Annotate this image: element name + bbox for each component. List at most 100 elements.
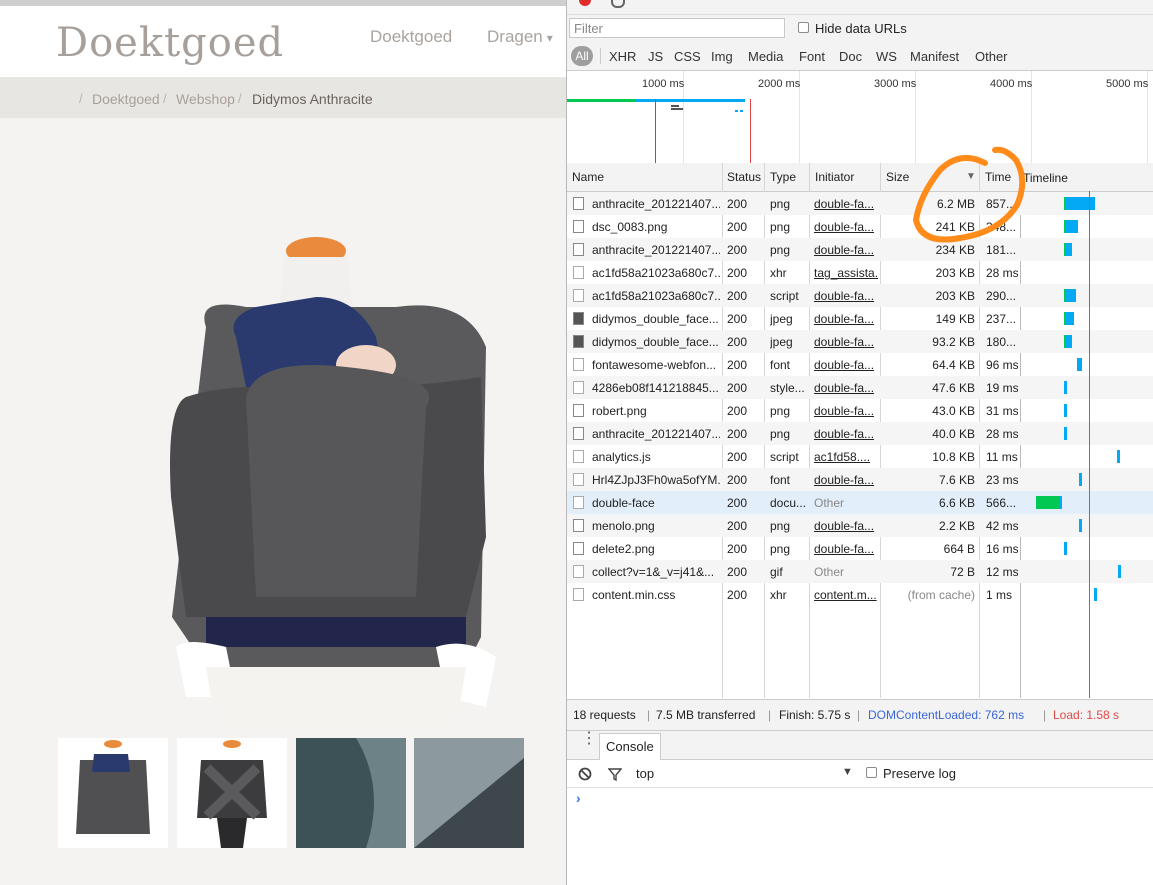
table-row[interactable]: analytics.js 200 script ac1fd58.... 10.8 KB 1… (567, 445, 1153, 468)
cell-time: 42 ms (986, 519, 1018, 533)
type-filter-other[interactable]: Other (975, 49, 1008, 64)
cell-type: xhr (770, 588, 787, 602)
timeline-download-bar (1064, 427, 1067, 440)
table-row[interactable]: robert.png 200 png double-fa... 43.0 KB 31 ms (567, 399, 1153, 422)
cell-initiator[interactable]: tag_assista... (814, 266, 878, 280)
cell-initiator[interactable]: double-fa... (814, 312, 878, 326)
nav-item-dragen[interactable]: Dragen ▾ (487, 27, 553, 47)
table-row[interactable]: content.min.css 200 xhr content.m... (from c… (567, 583, 1153, 606)
table-row[interactable]: didymos_double_face... 200 jpeg double-fa..… (567, 307, 1153, 330)
column-header-size[interactable]: Size (886, 170, 909, 184)
cell-initiator[interactable]: double-fa... (814, 381, 878, 395)
cell-initiator[interactable]: double-fa... (814, 427, 878, 441)
cell-size: 234 KB (935, 243, 975, 257)
filter-icon[interactable] (608, 767, 622, 781)
type-filter-font[interactable]: Font (799, 49, 825, 64)
product-thumbnail-front[interactable] (58, 738, 168, 848)
filter-row: Filter Hide data URLs (567, 15, 1153, 43)
cell-name: menolo.png (592, 519, 655, 533)
cell-status: 200 (727, 197, 748, 211)
type-filter-manifest[interactable]: Manifest (910, 49, 959, 64)
cell-type: gif (770, 565, 783, 579)
column-header-initiator[interactable]: Initiator (815, 170, 854, 184)
table-row[interactable]: ac1fd58a21023a680c7... 200 script double-fa… (567, 284, 1153, 307)
cell-name: didymos_double_face... (592, 335, 719, 349)
column-header-name[interactable]: Name (572, 170, 604, 184)
type-filter-media[interactable]: Media (748, 49, 783, 64)
network-overview[interactable]: 1000 ms 2000 ms 3000 ms 4000 ms 5000 ms (567, 71, 1153, 164)
type-filter-js[interactable]: JS (648, 49, 663, 64)
tab-console[interactable]: Console (599, 733, 661, 760)
product-main-image[interactable] (166, 237, 516, 727)
timeline-waiting-bar (1036, 496, 1060, 509)
table-row[interactable]: didymos_double_face... 200 jpeg double-fa..… (567, 330, 1153, 353)
product-thumbnail-back[interactable] (177, 738, 287, 848)
product-thumbnail-weave[interactable] (414, 738, 524, 848)
table-row[interactable]: anthracite_201221407... 200 png double-fa..… (567, 422, 1153, 445)
cell-status: 200 (727, 473, 748, 487)
site-logo[interactable]: Doektgoed (56, 20, 284, 66)
cell-status: 200 (727, 289, 748, 303)
table-row[interactable]: Hrl4ZJpJ3Fh0wa5ofYM... 200 font double-fa..… (567, 468, 1153, 491)
column-header-timeline[interactable]: Timeline (1023, 171, 1068, 185)
type-filter-xhr[interactable]: XHR (609, 49, 636, 64)
load-marker-line (750, 99, 751, 163)
cell-initiator[interactable]: double-fa... (814, 473, 878, 487)
product-thumbnail-fabric[interactable] (296, 738, 406, 848)
table-row[interactable]: double-face 200 docu... Other 6.6 KB 566... (567, 491, 1153, 514)
script-file-icon (573, 450, 584, 463)
column-header-time[interactable]: Time (985, 170, 1011, 184)
table-row[interactable]: anthracite_201221407... 200 png double-fa..… (567, 192, 1153, 215)
column-header-type[interactable]: Type (770, 170, 796, 184)
preserve-log-checkbox[interactable] (866, 767, 877, 778)
nav-item-doektgoed[interactable]: Doektgoed (370, 27, 452, 47)
cell-initiator[interactable]: double-fa... (814, 243, 878, 257)
context-selector[interactable]: top (636, 766, 654, 781)
hide-data-urls-checkbox[interactable] (798, 22, 809, 33)
cell-initiator[interactable]: content.m... (814, 588, 878, 602)
table-row[interactable]: ac1fd58a21023a680c7... 200 xhr tag_assista.… (567, 261, 1153, 284)
cell-initiator[interactable]: double-fa... (814, 335, 878, 349)
filter-input[interactable]: Filter (569, 18, 785, 38)
type-filter-all[interactable]: All (571, 46, 593, 66)
cell-status: 200 (727, 496, 748, 510)
record-icon[interactable] (579, 0, 591, 6)
table-row[interactable]: 4286eb08f141218845... 200 style... double-f… (567, 376, 1153, 399)
console-prompt-icon[interactable]: › (576, 790, 581, 806)
table-row[interactable]: menolo.png 200 png double-fa... 2.2 KB 42 ms (567, 514, 1153, 537)
column-header-status[interactable]: Status (727, 170, 761, 184)
chevron-down-icon[interactable]: ▼ (842, 766, 853, 778)
table-row[interactable]: delete2.png 200 png double-fa... 664 B 16 ms (567, 537, 1153, 560)
cell-time: 181... (986, 243, 1017, 257)
breadcrumb-webshop[interactable]: Webshop (176, 91, 235, 107)
clear-console-icon[interactable] (578, 767, 592, 781)
cell-initiator[interactable]: ac1fd58.... (814, 450, 878, 464)
cell-initiator[interactable]: double-fa... (814, 404, 878, 418)
cell-type: xhr (770, 266, 787, 280)
cell-initiator[interactable]: double-fa... (814, 220, 878, 234)
cell-status: 200 (727, 427, 748, 441)
cell-time: 23 ms (986, 473, 1018, 487)
cell-time: 566... (986, 496, 1017, 510)
kebab-menu-icon[interactable]: ⋮ (581, 731, 597, 747)
clear-icon[interactable] (611, 0, 625, 8)
cell-initiator[interactable]: double-fa... (814, 197, 878, 211)
table-row[interactable]: dsc_0083.png 200 png double-fa... 241 KB 348.… (567, 215, 1153, 238)
cell-size: 72 B (950, 565, 975, 579)
network-summary-bar: 18 requests | 7.5 MB transferred | Finis… (567, 699, 1153, 731)
table-row[interactable]: fontawesome-webfon... 200 font double-fa...… (567, 353, 1153, 376)
table-row[interactable]: anthracite_201221407... 200 png double-fa..… (567, 238, 1153, 261)
cell-name: collect?v=1&_v=j41&... (592, 565, 715, 579)
cell-initiator[interactable]: double-fa... (814, 358, 878, 372)
breadcrumb-doektgoed[interactable]: Doektgoed (92, 91, 160, 107)
cell-initiator[interactable]: double-fa... (814, 542, 878, 556)
type-filter-doc[interactable]: Doc (839, 49, 862, 64)
type-filter-ws[interactable]: WS (876, 49, 897, 64)
table-row[interactable]: collect?v=1&_v=j41&... 200 gif Other 72 B 12 … (567, 560, 1153, 583)
cell-initiator[interactable]: double-fa... (814, 519, 878, 533)
image-file-icon (573, 243, 584, 256)
type-filter-css[interactable]: CSS (674, 49, 701, 64)
cell-type: jpeg (770, 312, 793, 326)
type-filter-img[interactable]: Img (711, 49, 733, 64)
cell-initiator[interactable]: double-fa... (814, 289, 878, 303)
